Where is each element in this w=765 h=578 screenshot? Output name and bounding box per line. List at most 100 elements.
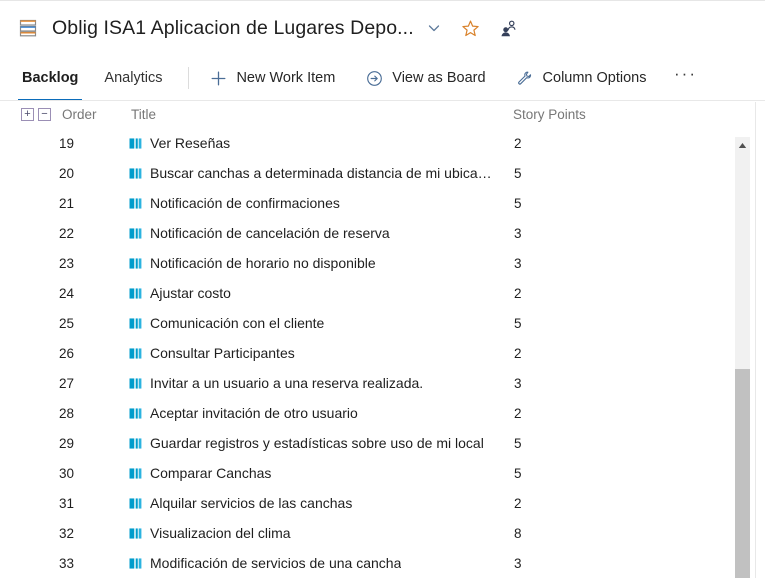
table-row[interactable]: 20 Buscar canchas a determinada distancia… <box>0 160 735 190</box>
tab-analytics-label: Analytics <box>104 70 163 86</box>
user-story-icon <box>128 526 143 541</box>
user-story-icon <box>128 226 143 241</box>
table-row[interactable]: 26 Consultar Participantes 2 <box>0 340 735 370</box>
user-story-icon <box>128 166 143 181</box>
column-header-order[interactable]: Order <box>62 107 97 122</box>
expand-all-button[interactable]: + <box>21 108 34 121</box>
expand-all-label: + <box>24 108 31 120</box>
user-story-icon <box>128 466 143 481</box>
expand-collapse-controls: + − <box>21 108 51 121</box>
right-edge-divider <box>755 102 756 578</box>
new-work-item-button[interactable]: New Work Item <box>205 62 339 94</box>
tab-analytics[interactable]: Analytics <box>100 55 166 101</box>
more-horizontal-icon[interactable]: ··· <box>673 64 699 92</box>
backlog-rows: 19 Ver Reseñas 2 20 Buscar canchas a determi… <box>0 130 735 577</box>
cell-story-points: 2 <box>514 496 522 511</box>
cell-order: 23 <box>58 256 74 271</box>
cell-story-points: 8 <box>514 526 522 541</box>
table-row[interactable]: 27 Invitar a un usuario a una reserva rea… <box>0 370 735 400</box>
work-item-title-link[interactable]: Visualizacion del clima <box>150 525 291 541</box>
table-row[interactable]: 31 Alquilar servicios de las canchas 2 <box>0 490 735 520</box>
work-item-title-link[interactable]: Comunicación con el cliente <box>150 315 324 331</box>
tab-backlog[interactable]: Backlog <box>18 55 83 101</box>
user-story-icon <box>128 376 143 391</box>
table-row[interactable]: 32 Visualizacion del clima 8 <box>0 520 735 550</box>
work-item-title-link[interactable]: Buscar canchas a determinada distancia d… <box>150 165 498 181</box>
user-story-icon <box>128 256 143 271</box>
work-item-title-link[interactable]: Comparar Canchas <box>150 465 271 481</box>
cell-title: Visualizacion del clima <box>128 525 291 541</box>
favorite-star-icon[interactable] <box>460 17 482 39</box>
table-row[interactable]: 21 Notificación de confirmaciones 5 <box>0 190 735 220</box>
user-story-icon <box>128 496 143 511</box>
cell-story-points: 5 <box>514 196 522 211</box>
cell-story-points: 5 <box>514 316 522 331</box>
cell-story-points: 2 <box>514 136 522 151</box>
backlog-page: Oblig ISA1 Aplicacion de Lugares Depo...… <box>0 0 765 578</box>
cell-order: 19 <box>58 136 74 151</box>
backlog-grid: + − Order Title Story Points 19 Ver Reseñ… <box>0 101 765 578</box>
table-row[interactable]: 22 Notificación de cancelación de reserva… <box>0 220 735 250</box>
chevron-down-icon[interactable] <box>424 18 444 38</box>
cell-title: Comunicación con el cliente <box>128 315 324 331</box>
cell-order: 32 <box>58 526 74 541</box>
table-row[interactable]: 33 Modificación de servicios de una canch… <box>0 550 735 577</box>
work-item-title-link[interactable]: Ver Reseñas <box>150 135 230 151</box>
cell-story-points: 2 <box>514 406 522 421</box>
page-header: Oblig ISA1 Aplicacion de Lugares Depo... <box>0 1 765 55</box>
column-header-story-points[interactable]: Story Points <box>513 107 586 122</box>
work-item-title-link[interactable]: Notificación de horario no disponible <box>150 255 376 271</box>
cell-order: 21 <box>58 196 74 211</box>
people-team-icon[interactable] <box>498 17 520 39</box>
more-label: ··· <box>674 64 697 83</box>
user-story-icon <box>128 286 143 301</box>
work-item-title-link[interactable]: Guardar registros y estadísticas sobre u… <box>150 435 484 451</box>
work-item-title-link[interactable]: Modificación de servicios de una cancha <box>150 555 401 571</box>
table-row[interactable]: 25 Comunicación con el cliente 5 <box>0 310 735 340</box>
backlog-stack-icon <box>18 17 40 39</box>
plus-icon <box>209 69 227 87</box>
table-row[interactable]: 19 Ver Reseñas 2 <box>0 130 735 160</box>
grid-header-row: + − Order Title Story Points <box>0 101 765 130</box>
collapse-all-button[interactable]: − <box>38 108 51 121</box>
table-row[interactable]: 29 Guardar registros y estadísticas sobre… <box>0 430 735 460</box>
cell-title: Modificación de servicios de una cancha <box>128 555 401 571</box>
new-work-item-label: New Work Item <box>236 70 336 86</box>
table-row[interactable]: 23 Notificación de horario no disponible 3 <box>0 250 735 280</box>
table-row[interactable]: 28 Aceptar invitación de otro usuario 2 <box>0 400 735 430</box>
work-item-title-link[interactable]: Alquilar servicios de las canchas <box>150 495 352 511</box>
cell-story-points: 3 <box>514 226 522 241</box>
work-item-title-link[interactable]: Notificación de confirmaciones <box>150 195 340 211</box>
work-item-title-link[interactable]: Ajustar costo <box>150 285 231 301</box>
cell-story-points: 3 <box>514 256 522 271</box>
view-as-board-button[interactable]: View as Board <box>361 62 489 94</box>
column-header-title[interactable]: Title <box>131 107 156 122</box>
cell-story-points: 5 <box>514 436 522 451</box>
work-item-title-link[interactable]: Consultar Participantes <box>150 345 295 361</box>
work-item-title-link[interactable]: Invitar a un usuario a una reserva reali… <box>150 375 423 391</box>
column-options-button[interactable]: Column Options <box>512 62 651 94</box>
arrow-right-circle-icon <box>365 69 383 87</box>
cell-order: 28 <box>58 406 74 421</box>
user-story-icon <box>128 556 143 571</box>
cell-order: 31 <box>58 496 74 511</box>
cell-title: Notificación de horario no disponible <box>128 255 376 271</box>
work-item-title-link[interactable]: Notificación de cancelación de reserva <box>150 225 390 241</box>
user-story-icon <box>128 316 143 331</box>
work-item-title-link[interactable]: Aceptar invitación de otro usuario <box>150 405 358 421</box>
table-row[interactable]: 30 Comparar Canchas 5 <box>0 460 735 490</box>
cell-title: Alquilar servicios de las canchas <box>128 495 352 511</box>
cell-order: 24 <box>58 286 74 301</box>
vertical-scrollbar[interactable] <box>735 137 750 578</box>
cell-title: Guardar registros y estadísticas sobre u… <box>128 435 484 451</box>
column-options-label: Column Options <box>542 70 647 86</box>
scrollbar-thumb[interactable] <box>735 369 750 578</box>
user-story-icon <box>128 346 143 361</box>
scroll-up-arrow-icon[interactable] <box>735 137 750 154</box>
cell-title: Invitar a un usuario a una reserva reali… <box>128 375 423 391</box>
cell-story-points: 3 <box>514 556 522 571</box>
cell-order: 22 <box>58 226 74 241</box>
table-row[interactable]: 24 Ajustar costo 2 <box>0 280 735 310</box>
cell-order: 29 <box>58 436 74 451</box>
cell-title: Ajustar costo <box>128 285 231 301</box>
